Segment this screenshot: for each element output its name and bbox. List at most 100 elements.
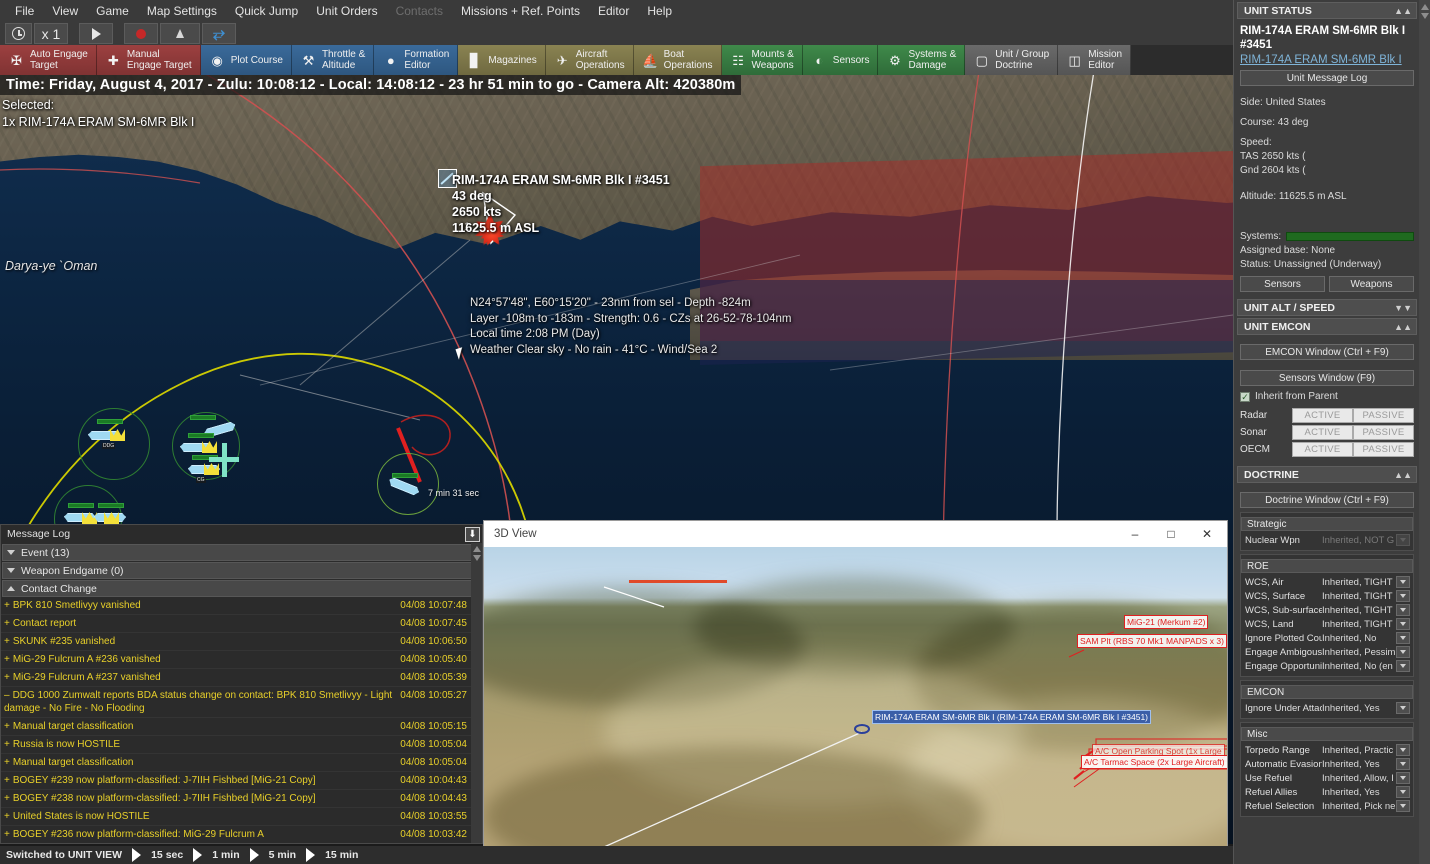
time-step-5-min[interactable]: 5 min bbox=[261, 849, 304, 861]
chevron-down-icon[interactable] bbox=[1396, 702, 1410, 714]
doctrine-row-wcs-sub-surface[interactable]: WCS, Sub-surface Inherited, TIGHT bbox=[1241, 603, 1413, 617]
message-row[interactable]: + BOGEY #238 now platform-classified: J-7… bbox=[1, 790, 471, 808]
3d-viewport[interactable]: MiG-21 (Merkum #2) SAM Plt (RBS 70 Mk1 M… bbox=[484, 547, 1227, 846]
chevron-down-icon[interactable] bbox=[1396, 744, 1410, 756]
close-icon[interactable]: ✕ bbox=[1189, 522, 1225, 546]
doctrine-row-use-refuel[interactable]: Use Refuel Inherited, Allow, I bbox=[1241, 771, 1413, 785]
sensors-button[interactable]: Sensors bbox=[1240, 276, 1325, 292]
3d-label-tarmac-space[interactable]: A/C Tarmac Space (2x Large Aircraft) bbox=[1081, 755, 1227, 769]
chevron-up-icon[interactable]: ▲▲ bbox=[1394, 6, 1412, 16]
3d-label-contact-sam-plt[interactable]: SAM Plt (RBS 70 Mk1 MANPADS x 3) bbox=[1077, 634, 1227, 648]
section-header-unit-status[interactable]: UNIT STATUS ▲▲ bbox=[1237, 2, 1417, 19]
menu-item-quick-jump[interactable]: Quick Jump bbox=[226, 1, 307, 21]
ribbon-magazines[interactable]: ▊ Magazines bbox=[458, 45, 546, 75]
chevron-down-icon[interactable] bbox=[1396, 786, 1410, 798]
message-list[interactable]: + BPK 810 Smetlivyy vanished 04/08 10:07:… bbox=[1, 597, 482, 843]
menu-item-editor[interactable]: Editor bbox=[589, 1, 638, 21]
emcon-window-button[interactable]: EMCON Window (Ctrl + F9) bbox=[1240, 344, 1414, 360]
scroll-down-icon[interactable] bbox=[472, 555, 481, 561]
emcon-oecm-active[interactable]: ACTIVE bbox=[1292, 442, 1353, 457]
minimize-icon[interactable]: – bbox=[1117, 522, 1153, 546]
doctrine-row-ignore-plotted-course[interactable]: Ignore Plotted Course Inherited, No bbox=[1241, 631, 1413, 645]
message-row[interactable]: + Manual target classification 04/08 10:0… bbox=[1, 718, 471, 736]
ribbon-sensors[interactable]: ◐ Sensors bbox=[802, 45, 879, 75]
message-row[interactable]: + BOGEY #236 now platform-classified: MiG… bbox=[1, 826, 471, 843]
emcon-sonar-passive[interactable]: PASSIVE bbox=[1353, 425, 1414, 440]
doctrine-row-automatic-evasion[interactable]: Automatic Evasion Inherited, Yes bbox=[1241, 757, 1413, 771]
time-step-15-sec[interactable]: 15 sec bbox=[143, 849, 191, 861]
menu-item-game[interactable]: Game bbox=[87, 1, 138, 21]
chevron-down-icon[interactable] bbox=[1396, 576, 1410, 588]
message-row[interactable]: – DDG 1000 Zumwalt reports BDA status cha… bbox=[1, 687, 471, 718]
chevron-up-icon[interactable]: ▲▲ bbox=[1394, 470, 1412, 480]
doctrine-row-refuel-allies[interactable]: Refuel Allies Inherited, Yes bbox=[1241, 785, 1413, 799]
view-cone-button[interactable] bbox=[160, 23, 200, 44]
emcon-radar-passive[interactable]: PASSIVE bbox=[1353, 408, 1414, 423]
emcon-oecm-passive[interactable]: PASSIVE bbox=[1353, 442, 1414, 457]
menu-item-map-settings[interactable]: Map Settings bbox=[138, 1, 226, 21]
message-row[interactable]: + MiG-29 Fulcrum A #236 vanished 04/08 10… bbox=[1, 651, 471, 669]
chevron-down-icon[interactable] bbox=[1396, 590, 1410, 602]
message-row[interactable]: + SKUNK #235 vanished 04/08 10:06:50 bbox=[1, 633, 471, 651]
doctrine-row-wcs-air[interactable]: WCS, Air Inherited, TIGHT bbox=[1241, 575, 1413, 589]
scroll-up-icon[interactable] bbox=[1420, 4, 1429, 10]
time-step-1-min[interactable]: 1 min bbox=[204, 849, 247, 861]
chevron-down-icon[interactable] bbox=[1396, 758, 1410, 770]
doctrine-row-engage-ambigous[interactable]: Engage Ambigous Inherited, Pessim bbox=[1241, 645, 1413, 659]
message-row[interactable]: + United States is now HOSTILE 04/08 10:0… bbox=[1, 808, 471, 826]
menu-item-missions-ref-points[interactable]: Missions + Ref. Points bbox=[452, 1, 589, 21]
record-button[interactable] bbox=[124, 23, 158, 44]
unit-class-link[interactable]: RIM-174A ERAM SM-6MR Blk I bbox=[1240, 53, 1414, 70]
ribbon-manual-engage-target[interactable]: ✚ Manual Engage Target bbox=[96, 45, 201, 75]
ribbon-unit-group-doctrine[interactable]: ▢ Unit / Group Doctrine bbox=[965, 45, 1059, 75]
checkbox-checked-icon[interactable]: ✓ bbox=[1240, 392, 1250, 402]
maximize-icon[interactable]: □ bbox=[1153, 522, 1189, 546]
chevron-down-icon[interactable] bbox=[1396, 604, 1410, 616]
doctrine-row-torpedo-range[interactable]: Torpedo Range Inherited, Practic bbox=[1241, 743, 1413, 757]
ribbon-formation-editor[interactable]: ● Formation Editor bbox=[374, 45, 459, 75]
message-group-event[interactable]: Event (13) bbox=[2, 544, 481, 561]
message-group-contact-change[interactable]: Contact Change bbox=[2, 580, 481, 597]
doctrine-row-ignore-under-attack[interactable]: Ignore Under Attack Inherited, Yes bbox=[1241, 701, 1413, 715]
section-header-doctrine[interactable]: DOCTRINE ▲▲ bbox=[1237, 466, 1417, 483]
chevron-down-icon[interactable] bbox=[1396, 632, 1410, 644]
ribbon-aircraft-operations[interactable]: ✈ Aircraft Operations bbox=[545, 45, 634, 75]
time-step-15-min[interactable]: 15 min bbox=[317, 849, 366, 861]
pin-down-icon[interactable]: ⬇ bbox=[465, 526, 480, 542]
chevron-down-icon[interactable] bbox=[1396, 646, 1410, 658]
sensors-window-button[interactable]: Sensors Window (F9) bbox=[1240, 370, 1414, 386]
message-row[interactable]: + Manual target classification 04/08 10:0… bbox=[1, 754, 471, 772]
emcon-radar-active[interactable]: ACTIVE bbox=[1292, 408, 1353, 423]
scroll-down-icon[interactable] bbox=[1420, 13, 1429, 19]
weapons-button[interactable]: Weapons bbox=[1329, 276, 1414, 292]
chevron-down-icon[interactable] bbox=[1396, 660, 1410, 672]
message-group-weapon-endgame[interactable]: Weapon Endgame (0) bbox=[2, 562, 481, 579]
inherit-from-parent-row[interactable]: ✓ Inherit from Parent bbox=[1240, 390, 1414, 404]
ribbon-systems-damage[interactable]: ⚙ Systems & Damage bbox=[878, 45, 966, 75]
chevron-up-icon[interactable]: ▲▲ bbox=[1394, 322, 1412, 332]
menu-item-help[interactable]: Help bbox=[638, 1, 681, 21]
ribbon-boat-operations[interactable]: ⛵ Boat Operations bbox=[633, 45, 722, 75]
chevron-down-icon[interactable]: ▼▼ bbox=[1394, 303, 1412, 313]
3d-label-selected-unit[interactable]: RIM-174A ERAM SM-6MR Blk I (RIM-174A ERA… bbox=[872, 710, 1152, 724]
doctrine-row-engage-opportunities[interactable]: Engage Opportunities Inherited, No (en bbox=[1241, 659, 1413, 673]
jump-button[interactable]: ⥂ bbox=[202, 23, 236, 44]
message-row[interactable]: + Russia is now HOSTILE 04/08 10:05:04 bbox=[1, 736, 471, 754]
message-row[interactable]: + BOGEY #239 now platform-classified: J-7… bbox=[1, 772, 471, 790]
chevron-down-icon[interactable] bbox=[1396, 772, 1410, 784]
ribbon-mounts-weapons[interactable]: ☷ Mounts & Weapons bbox=[721, 45, 803, 75]
doctrine-row-refuel-selection[interactable]: Refuel Selection Inherited, Pick ne bbox=[1241, 799, 1413, 813]
ribbon-throttle-altitude[interactable]: ⚒ Throttle & Altitude bbox=[291, 45, 375, 75]
time-compression-value[interactable]: x 1 bbox=[34, 23, 68, 44]
emcon-sonar-active[interactable]: ACTIVE bbox=[1292, 425, 1353, 440]
scroll-up-icon[interactable] bbox=[472, 546, 481, 552]
3d-view-window[interactable]: 3D View – □ ✕ MiG-21 (Merkum #2) SAM Plt… bbox=[483, 520, 1228, 847]
message-row[interactable]: + Contact report 04/08 10:07:45 bbox=[1, 615, 471, 633]
ribbon-auto-engage-target[interactable]: ✠ Auto Engage Target bbox=[0, 45, 97, 75]
ribbon-plot-course[interactable]: ◉ Plot Course bbox=[200, 45, 292, 75]
right-sidebar-scrollbar[interactable] bbox=[1419, 0, 1430, 864]
menu-item-unit-orders[interactable]: Unit Orders bbox=[307, 1, 386, 21]
clock-button[interactable] bbox=[5, 23, 32, 44]
chevron-down-icon[interactable] bbox=[1396, 618, 1410, 630]
3d-label-contact-mig21[interactable]: MiG-21 (Merkum #2) bbox=[1124, 615, 1209, 629]
